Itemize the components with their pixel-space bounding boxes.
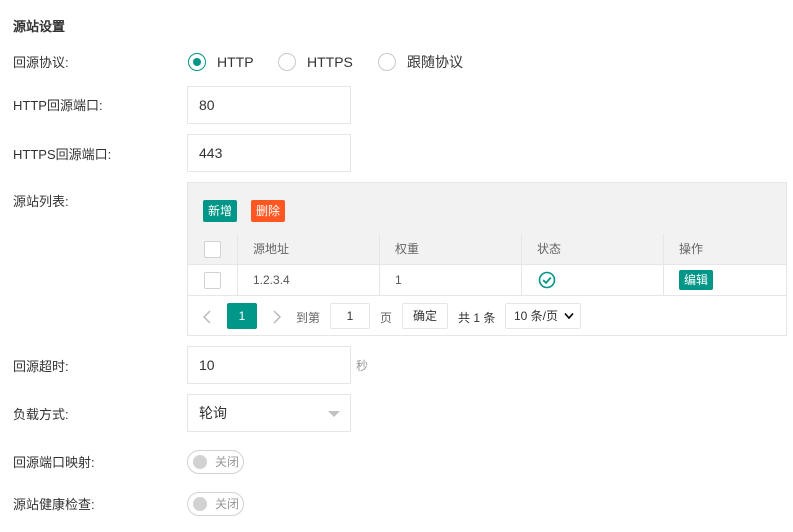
page-unit-label: 页 [380,311,393,325]
https-port-input[interactable]: 443 [187,134,351,172]
page-current[interactable]: 1 [227,303,257,329]
row-checkbox[interactable] [204,272,221,289]
port-mapping-switch[interactable]: 关闭 [187,450,244,474]
cell-address: 1.2.3.4 [238,265,380,296]
radio-circle-icon [378,53,396,71]
port-mapping-label: 回源端口映射: [13,455,95,470]
radio-follow-label: 跟随协议 [407,54,463,70]
radio-https[interactable]: HTTPS [278,51,353,73]
load-mode-select[interactable]: 轮询 [187,394,351,432]
timeout-unit: 秒 [356,359,369,373]
next-page-icon[interactable] [272,310,282,324]
pagination: 1 到第 1 页 确定 共 1 条 10 条/页 [188,297,786,335]
radio-https-label: HTTPS [307,54,353,70]
health-check-switch[interactable]: 关闭 [187,492,244,516]
column-header-status: 状态 [522,234,664,265]
edit-button[interactable]: 编辑 [679,270,714,290]
switch-knob [193,455,207,469]
radio-circle-icon [278,53,296,71]
caret-down-icon [328,411,340,417]
timeout-input[interactable]: 10 [187,346,351,384]
origin-list-label: 源站列表: [13,194,69,209]
radio-follow[interactable]: 跟随协议 [378,51,463,73]
column-header-action: 操作 [664,234,786,265]
http-port-input[interactable]: 80 [187,86,351,124]
port-mapping-switch-text: 关闭 [215,455,240,469]
add-button[interactable]: 新增 [203,200,238,222]
radio-http[interactable]: HTTP [188,51,254,73]
delete-button[interactable]: 删除 [251,200,286,222]
goto-page-input[interactable]: 1 [330,303,370,329]
row-checkbox-cell [188,265,238,296]
select-all-checkbox[interactable] [204,241,221,258]
goto-confirm-button[interactable]: 确定 [402,303,448,329]
radio-circle-icon [188,53,206,71]
timeout-label: 回源超时: [13,359,69,374]
health-check-label: 源站健康检查: [13,497,95,512]
page-size-select[interactable]: 10 条/页 [505,303,581,329]
header-checkbox-cell [188,234,238,265]
http-port-label: HTTP回源端口: [13,98,103,113]
load-mode-label: 负载方式: [13,407,69,422]
goto-label: 到第 [296,311,321,325]
prev-page-icon[interactable] [202,310,212,324]
health-check-switch-text: 关闭 [215,497,240,511]
origin-table: 新增 删除 源地址 权重 状态 操作 1.2.3.4 1 编辑 1 到第 1 页… [187,182,787,336]
chevron-down-icon [564,312,574,320]
check-circle-icon [538,271,556,289]
table-toolbar: 新增 删除 [188,183,786,235]
protocol-label: 回源协议: [13,55,69,70]
section-title: 源站设置 [13,19,66,34]
cell-action: 编辑 [664,265,786,296]
column-header-weight: 权重 [380,234,522,265]
switch-knob [193,497,207,511]
radio-http-label: HTTP [217,54,254,70]
load-mode-value: 轮询 [199,405,227,421]
total-count: 共 1 条 [458,311,496,325]
https-port-label: HTTPS回源端口: [13,147,112,162]
cell-weight: 1 [380,265,522,296]
cell-status [522,265,664,296]
column-header-address: 源地址 [238,234,380,265]
page-size-value: 10 条/页 [514,309,559,323]
